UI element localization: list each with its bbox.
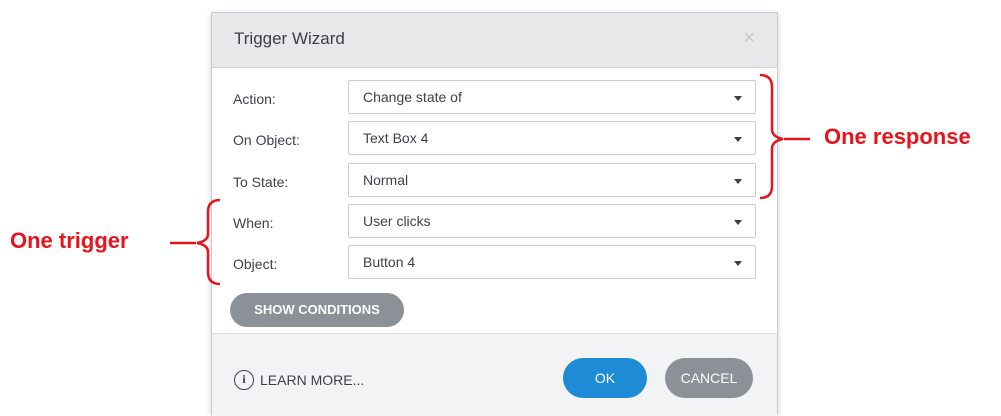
trigger-annotation-label: One trigger bbox=[10, 228, 129, 253]
annotation-brackets bbox=[170, 73, 810, 286]
response-bracket bbox=[759, 73, 784, 200]
response-annotation-label: One response bbox=[824, 124, 971, 149]
trigger-bracket bbox=[196, 198, 221, 286]
